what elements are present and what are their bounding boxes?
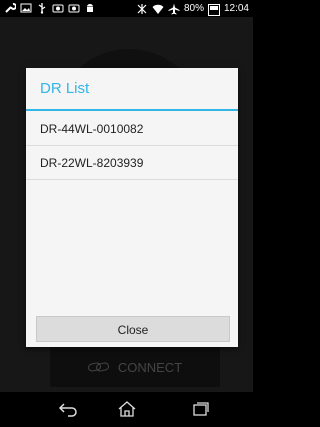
image-icon — [20, 2, 32, 14]
airplane-icon — [168, 3, 180, 15]
title-divider — [26, 109, 238, 111]
close-button[interactable]: Close — [36, 316, 230, 342]
dr-list-dialog: DR List DR-44WL-0010082 DR-22WL-8203939 … — [26, 68, 238, 347]
home-icon[interactable] — [117, 400, 137, 418]
status-bar: 80% 12:04 — [0, 0, 253, 17]
clock: 12:04 — [223, 3, 249, 14]
list-item[interactable]: DR-22WL-8203939 — [26, 146, 238, 180]
camera-icon — [68, 2, 80, 14]
vibrate-icon — [136, 3, 148, 15]
camera-icon — [52, 2, 64, 14]
dr-list: DR-44WL-0010082 DR-22WL-8203939 — [26, 112, 238, 180]
battery-icon — [207, 4, 220, 16]
back-icon[interactable] — [58, 400, 78, 418]
navigation-bar — [0, 392, 253, 427]
usb-icon — [36, 2, 48, 14]
recent-apps-icon[interactable] — [191, 400, 211, 418]
notification-icons — [4, 2, 96, 14]
battery-percent: 80% — [183, 3, 204, 14]
android-icon — [84, 2, 96, 14]
system-icons: 80% 12:04 — [136, 2, 249, 16]
list-item[interactable]: DR-44WL-0010082 — [26, 112, 238, 146]
dialog-title: DR List — [40, 80, 90, 97]
wifi-icon — [152, 3, 164, 15]
wrench-icon — [4, 2, 17, 14]
